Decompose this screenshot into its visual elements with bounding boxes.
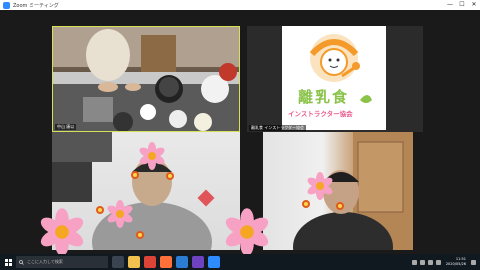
window-controls: — ☐ ✕ (444, 0, 480, 10)
zoom-taskbar-icon[interactable] (208, 256, 220, 268)
association-logo-card: 離乳食 インストラクター協会 (282, 26, 386, 130)
video-gallery: 中山 康以 離乳食 インストラクター協会 離乳食 インストラクター協会 (0, 10, 480, 254)
mail-icon[interactable] (176, 256, 188, 268)
zoom-app-icon (3, 1, 10, 9)
window-titlebar: Zoom ミーティング — ☐ ✕ (0, 0, 480, 10)
participant-4-video-feed (293, 132, 413, 250)
volume-icon[interactable] (419, 259, 425, 265)
participant-3-video-feed (52, 132, 215, 250)
participant-name: 離乳食 インストラクター協会 (249, 125, 307, 131)
firefox-icon[interactable] (160, 256, 172, 268)
maximize-button[interactable]: ☐ (456, 0, 468, 10)
window-title: Zoom ミーティング (13, 2, 59, 9)
windows-logo-icon (4, 258, 12, 266)
taskbar-search-box[interactable]: ここに入力して検索 (16, 256, 108, 268)
search-placeholder: ここに入力して検索 (27, 259, 63, 264)
system-tray: 11:51 2020/05/26 (409, 257, 480, 267)
kitchen-video-feed (53, 27, 239, 131)
start-button[interactable] (0, 254, 16, 270)
clock-date: 2020/05/26 (445, 262, 466, 266)
task-view-icon[interactable] (112, 256, 124, 268)
battery-icon[interactable] (427, 259, 433, 265)
file-explorer-icon[interactable] (128, 256, 140, 268)
ime-icon[interactable] (435, 259, 441, 265)
taskbar-clock[interactable]: 11:51 2020/05/26 (446, 257, 466, 267)
store-icon[interactable] (192, 256, 204, 268)
logo-subtitle: インストラクター協会 (288, 110, 353, 118)
chrome-icon[interactable] (144, 256, 156, 268)
video-tile-participant-3[interactable] (52, 132, 240, 250)
network-icon[interactable] (411, 259, 417, 265)
logo-title: 離乳食 (298, 88, 350, 106)
notifications-icon[interactable] (471, 259, 476, 265)
participant-name: 中山 康以 (55, 124, 77, 130)
windows-taskbar: ここに入力して検索 11:51 2020/05/26 (0, 254, 480, 270)
close-button[interactable]: ✕ (468, 0, 480, 10)
video-tile-logo[interactable]: 離乳食 インストラクター協会 離乳食 インストラクター協会 (247, 26, 423, 132)
video-tile-participant-4[interactable] (263, 132, 413, 250)
minimize-button[interactable]: — (444, 0, 456, 10)
search-icon (19, 259, 24, 265)
video-tile-kitchen[interactable]: 中山 康以 (52, 26, 240, 132)
